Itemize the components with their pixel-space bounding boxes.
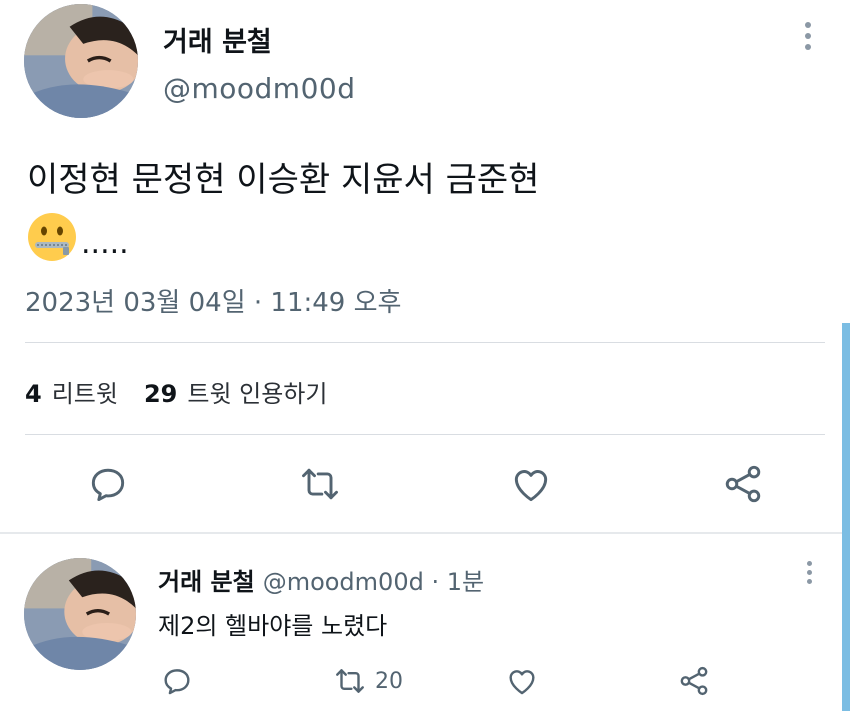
reply-meta[interactable]: @moodm00d · 1분 [263,562,484,597]
retweet-label[interactable]: 리트윗 [52,374,118,409]
section-divider [0,532,850,534]
reply-header: 거래 분철 @moodm00d · 1분 [158,562,484,597]
like-icon [509,670,535,695]
retweet-count[interactable]: 4 [25,380,42,408]
more-options-icon[interactable] [797,22,819,56]
emoji-line: ..... [27,211,129,263]
zipper-mouth-face-icon [28,213,76,261]
tweet-text: 이정현 문정현 이승환 지윤서 금준현 [27,160,540,200]
retweet-icon [336,669,364,693]
reply-text: 제2의 헬바야를 노렸다 [158,612,388,640]
reply-reply-button[interactable] [160,663,194,699]
retweet-icon[interactable] [298,462,342,506]
share-icon[interactable] [721,462,765,506]
reply-retweet-button[interactable]: 20 [333,663,403,699]
tweet-timestamp[interactable]: 2023년 03월 04일 · 11:49 오후 [25,282,401,319]
tweet-trailing-text: ..... [81,225,129,261]
scrollbar-thumb[interactable] [842,323,850,711]
divider [25,342,825,343]
reply-icon[interactable] [86,462,130,506]
reply-share-button[interactable] [677,663,711,699]
author-name[interactable]: 거래 분철 [163,20,272,59]
reply-icon [164,669,190,695]
tweet-stats: 4 리트윗 29 트윗 인용하기 [25,374,353,409]
avatar[interactable] [24,4,138,118]
reply-retweet-count: 20 [375,668,403,694]
share-icon [680,666,708,696]
reply-more-options-icon[interactable] [800,561,818,591]
quote-label[interactable]: 트윗 인용하기 [187,374,327,409]
like-icon[interactable] [509,462,553,506]
reply-like-button[interactable] [505,663,539,699]
reply-author-name[interactable]: 거래 분철 [158,562,255,597]
author-handle[interactable]: @moodm00d [163,72,356,105]
reply-avatar[interactable] [24,558,136,670]
divider [25,434,825,435]
quote-count[interactable]: 29 [144,380,177,408]
